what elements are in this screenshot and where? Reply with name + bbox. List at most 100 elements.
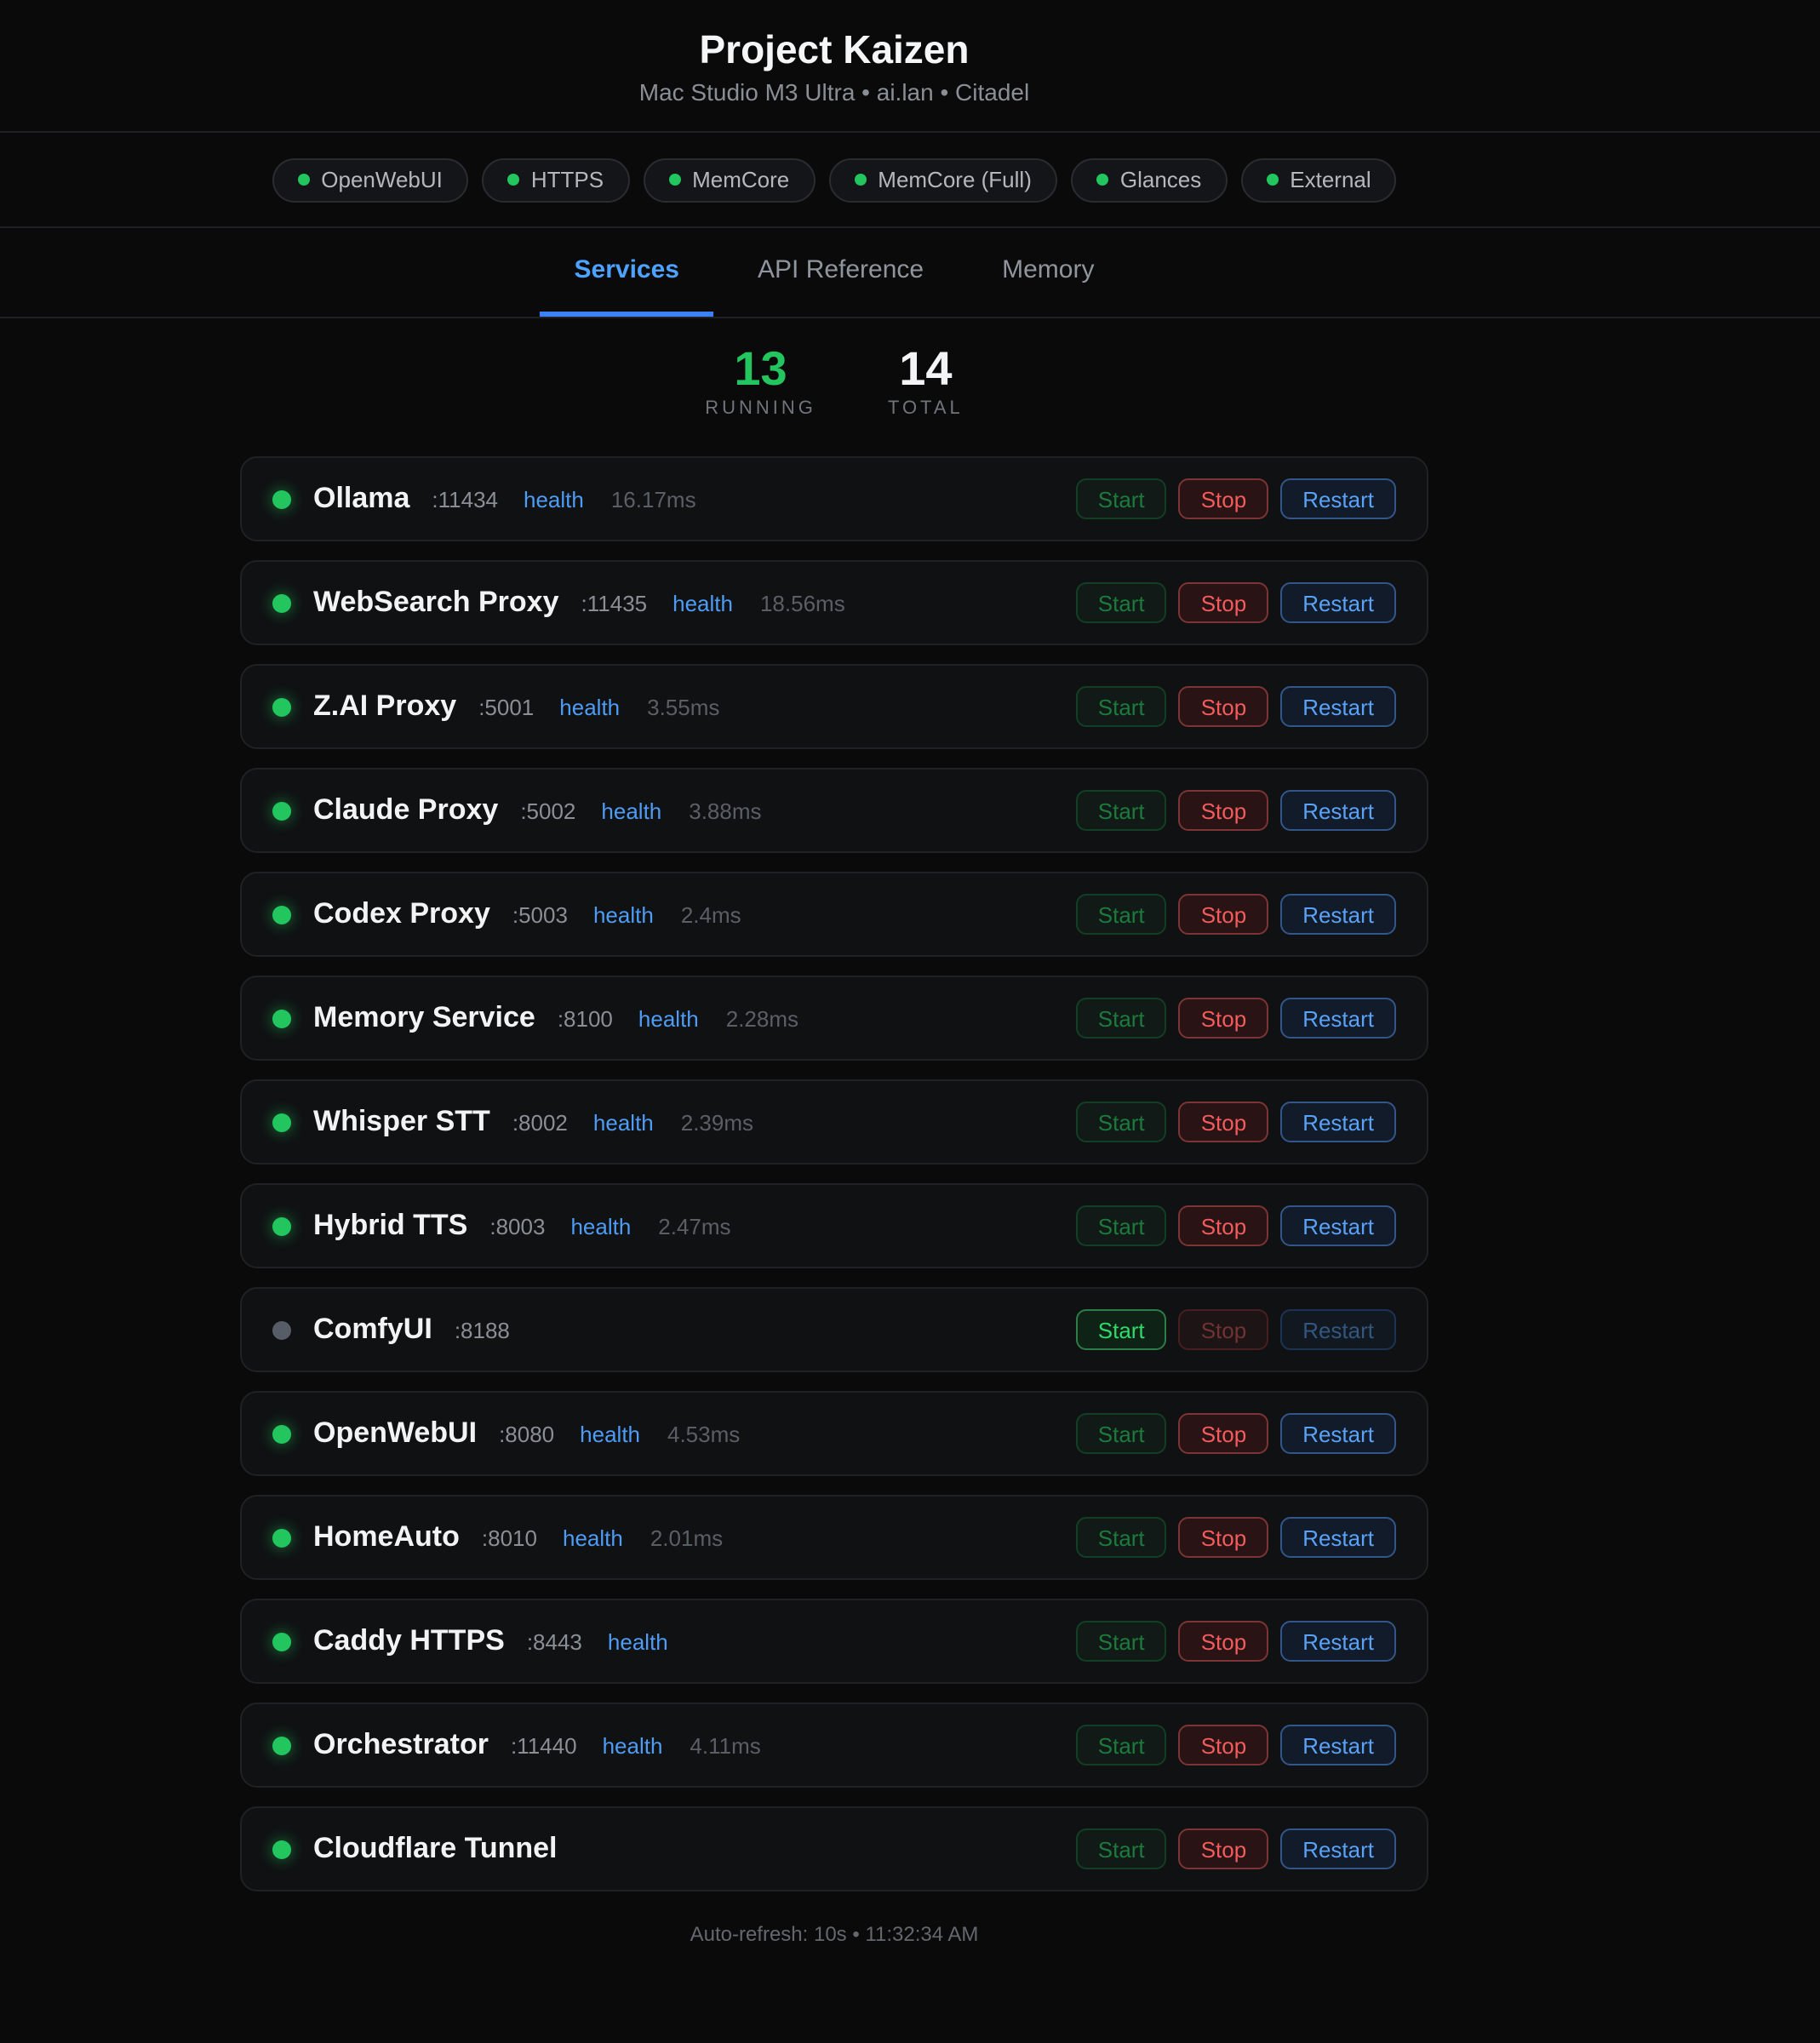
stop-button[interactable]: Stop (1179, 998, 1269, 1039)
stop-button[interactable]: Stop (1179, 478, 1269, 519)
service-port: :11435 (581, 590, 648, 615)
restart-button[interactable]: Restart (1280, 1517, 1396, 1558)
start-button[interactable]: Start (1076, 1517, 1167, 1558)
service-port: :8002 (512, 1109, 568, 1135)
health-link[interactable]: health (524, 486, 584, 512)
stop-button[interactable]: Stop (1179, 1413, 1269, 1454)
service-card: WebSearch Proxy :11435 health 18.56ms St… (240, 560, 1428, 645)
service-latency: 2.01ms (650, 1525, 723, 1550)
restart-button[interactable]: Restart (1280, 998, 1396, 1039)
status-pill[interactable]: OpenWebUI (272, 157, 468, 202)
start-button[interactable]: Start (1076, 894, 1167, 935)
start-button[interactable]: Start (1076, 1621, 1167, 1662)
service-port: :8080 (499, 1421, 554, 1446)
stop-button[interactable]: Stop (1179, 1828, 1269, 1869)
health-link[interactable]: health (601, 798, 661, 823)
running-label: RUNNING (705, 398, 816, 419)
health-link[interactable]: health (580, 1421, 640, 1446)
start-button[interactable]: Start (1076, 1413, 1167, 1454)
restart-button[interactable]: Restart (1280, 582, 1396, 623)
service-name: Cloudflare Tunnel (313, 1832, 558, 1866)
start-button[interactable]: Start (1076, 998, 1167, 1039)
service-card: Codex Proxy :5003 health 2.4ms Start Sto… (240, 872, 1428, 957)
health-link[interactable]: health (563, 1525, 623, 1550)
service-name: WebSearch Proxy (313, 586, 559, 620)
service-name: Orchestrator (313, 1728, 489, 1762)
restart-button[interactable]: Restart (1280, 790, 1396, 831)
health-link[interactable]: health (603, 1732, 663, 1758)
health-link[interactable]: health (593, 901, 654, 927)
status-dot-icon (272, 1216, 291, 1235)
start-button[interactable]: Start (1076, 1102, 1167, 1142)
status-pill-label: MemCore (Full) (878, 167, 1032, 192)
start-button[interactable]: Start (1076, 478, 1167, 519)
restart-button[interactable]: Restart (1280, 1309, 1396, 1350)
status-pill[interactable]: MemCore (Full) (828, 157, 1057, 202)
restart-button[interactable]: Restart (1280, 1205, 1396, 1246)
tab-bar: Services API Reference Memory (0, 228, 1820, 318)
service-port: :8003 (489, 1213, 545, 1239)
start-button[interactable]: Start (1076, 790, 1167, 831)
service-name: HomeAuto (313, 1520, 460, 1554)
service-port: :11440 (511, 1732, 577, 1758)
service-port: :5002 (520, 798, 575, 823)
service-dashboard: Project Kaizen Mac Studio M3 Ultra • ai.… (0, 0, 1820, 2043)
restart-button[interactable]: Restart (1280, 1621, 1396, 1662)
tab-api-reference[interactable]: API Reference (724, 228, 958, 317)
health-link[interactable]: health (638, 1005, 699, 1031)
service-latency: 3.88ms (689, 798, 761, 823)
service-port: :5003 (512, 901, 568, 927)
restart-button[interactable]: Restart (1280, 1828, 1396, 1869)
start-button[interactable]: Start (1076, 1725, 1167, 1765)
status-pill[interactable]: HTTPS (482, 157, 629, 202)
stop-button[interactable]: Stop (1179, 790, 1269, 831)
health-link[interactable]: health (608, 1628, 668, 1654)
service-port: :11434 (432, 486, 498, 512)
service-latency: 18.56ms (760, 590, 845, 615)
stop-button[interactable]: Stop (1179, 1102, 1269, 1142)
restart-button[interactable]: Restart (1280, 894, 1396, 935)
health-link[interactable]: health (672, 590, 733, 615)
status-pill[interactable]: MemCore (643, 157, 815, 202)
restart-button[interactable]: Restart (1280, 686, 1396, 727)
status-dot-icon (272, 905, 291, 924)
restart-button[interactable]: Restart (1280, 478, 1396, 519)
stop-button[interactable]: Stop (1179, 1517, 1269, 1558)
stop-button[interactable]: Stop (1179, 1309, 1269, 1350)
service-latency: 3.55ms (647, 694, 719, 719)
tab-services[interactable]: Services (541, 228, 713, 317)
stop-button[interactable]: Stop (1179, 894, 1269, 935)
stop-button[interactable]: Stop (1179, 686, 1269, 727)
start-button[interactable]: Start (1076, 1828, 1167, 1869)
service-card: Memory Service :8100 health 2.28ms Start… (240, 976, 1428, 1061)
service-name: Claude Proxy (313, 793, 498, 827)
stop-button[interactable]: Stop (1179, 1205, 1269, 1246)
start-button[interactable]: Start (1076, 1205, 1167, 1246)
service-card: Z.AI Proxy :5001 health 3.55ms Start Sto… (240, 664, 1428, 749)
restart-button[interactable]: Restart (1280, 1102, 1396, 1142)
service-port: :8100 (558, 1005, 613, 1031)
stop-button[interactable]: Stop (1179, 1725, 1269, 1765)
health-link[interactable]: health (559, 694, 620, 719)
stop-button[interactable]: Stop (1179, 1621, 1269, 1662)
service-name: Z.AI Proxy (313, 690, 456, 724)
tab-memory[interactable]: Memory (968, 228, 1128, 317)
status-dot-icon (272, 697, 291, 716)
start-button[interactable]: Start (1076, 1309, 1167, 1350)
service-port: :8188 (455, 1317, 510, 1342)
health-link[interactable]: health (570, 1213, 631, 1239)
status-pill[interactable]: Glances (1071, 157, 1227, 202)
status-dot-icon (272, 1736, 291, 1754)
service-card: ComfyUI :8188 Start Stop Restart (240, 1287, 1428, 1372)
status-dot-icon (272, 593, 291, 612)
restart-button[interactable]: Restart (1280, 1725, 1396, 1765)
stop-button[interactable]: Stop (1179, 582, 1269, 623)
status-pill[interactable]: External (1240, 157, 1396, 202)
restart-button[interactable]: Restart (1280, 1413, 1396, 1454)
start-button[interactable]: Start (1076, 582, 1167, 623)
service-name: Caddy HTTPS (313, 1624, 505, 1658)
start-button[interactable]: Start (1076, 686, 1167, 727)
service-card: Whisper STT :8002 health 2.39ms Start St… (240, 1079, 1428, 1165)
health-link[interactable]: health (593, 1109, 654, 1135)
status-pill-label: External (1290, 167, 1371, 192)
